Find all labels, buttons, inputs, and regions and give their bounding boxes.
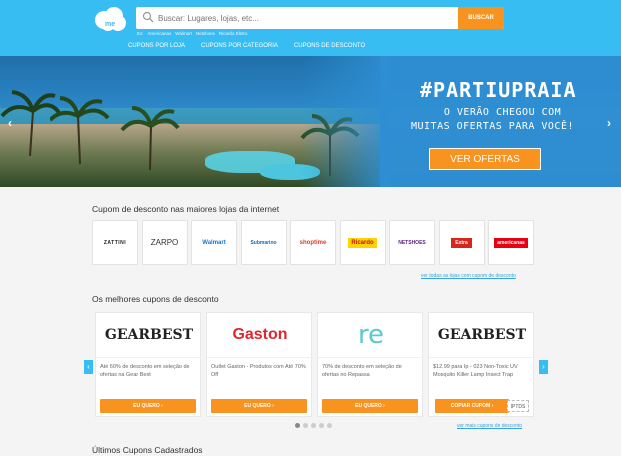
latest-coupons-title: Últimos Cupons Cadastrados (92, 445, 203, 455)
banner-tagline-2: MUITAS OFERTAS PARA VOCÊ! (410, 121, 574, 132)
banner-tagline-1: O VERÃO CHEGOU COM (443, 107, 562, 118)
palm-tree-image (120, 106, 180, 170)
carousel-dot[interactable] (311, 423, 316, 428)
header: me BUSCAR Ex: Americanas Walmart Netshoe… (0, 0, 621, 56)
carousel-dot[interactable] (319, 423, 324, 428)
coupons-next-button[interactable]: › (539, 360, 548, 374)
logo[interactable]: me (94, 6, 128, 32)
eu-quero-button[interactable]: EU QUERO › (100, 399, 196, 413)
coupon-brand-image: GEARBEST (96, 313, 202, 358)
coupon-description: Até 60% de desconto em seleção de oferta… (100, 364, 190, 378)
eu-quero-button[interactable]: EU QUERO › (322, 399, 418, 413)
store-logo: shoptime (299, 239, 327, 246)
coupon-card[interactable]: GEARBEST $12.99 para Ip - 023 Non-Toxic … (428, 312, 535, 417)
search-button[interactable]: BUSCAR (458, 7, 504, 29)
coupon-carousel: GEARBEST Até 60% de desconto em seleção … (95, 312, 535, 417)
store-shoptime[interactable]: shoptime (290, 220, 336, 265)
svg-text:me: me (105, 21, 115, 28)
banner-fade (300, 56, 390, 187)
search-input[interactable] (158, 7, 458, 29)
store-logo: NETSHOES (398, 239, 426, 246)
store-zattini[interactable]: ZATTINI (92, 220, 138, 265)
hint-link[interactable]: Ricardo Eletro (219, 31, 248, 36)
brand-logo: re (357, 320, 385, 350)
nav-cupons-por-loja[interactable]: CUPONS POR LOJA (128, 43, 185, 49)
store-logo: ZARPO (150, 238, 179, 247)
banner-next-arrow[interactable]: › (607, 116, 611, 130)
carousel-dots (295, 423, 332, 428)
coupon-card[interactable]: re 70% de desconto em seleção de ofertas… (317, 312, 424, 417)
banner-hashtag: #PARTIUPRAIA (420, 78, 577, 102)
coupon-description: Outlet Gaston - Produtos com Até 70% Off (211, 364, 306, 378)
coupon-description: 70% de desconto em seleção de ofertas no… (322, 364, 402, 378)
store-americanas[interactable]: americanas (488, 220, 534, 265)
eu-quero-button[interactable]: EU QUERO › (211, 399, 307, 413)
coupon-brand-image: GEARBEST (429, 313, 535, 358)
coupons-section-title: Os melhores cupons de desconto (92, 294, 219, 304)
store-logo: americanas (494, 237, 528, 248)
search-bar: BUSCAR (136, 7, 504, 29)
brand-logo: GEARBEST (104, 327, 194, 343)
palm-tree-image (50, 96, 110, 164)
store-logo: ZATTINI (103, 239, 127, 246)
see-more-coupons-link[interactable]: ver mais cupons de desconto (457, 423, 522, 429)
banner-prev-arrow[interactable]: ‹ (8, 116, 12, 130)
store-logo: Ricardo (348, 237, 377, 248)
search-icon (142, 11, 154, 23)
hint-link[interactable]: Netshoes (196, 31, 215, 36)
store-logo: Submarino (250, 239, 277, 246)
ver-ofertas-button[interactable]: VER OFERTAS (429, 148, 541, 170)
store-logo: Extra (451, 237, 472, 248)
store-netshoes[interactable]: NETSHOES (389, 220, 435, 265)
stores-section-title: Cupom de desconto nas maiores lojas da i… (92, 204, 280, 214)
nav-cupons-de-desconto[interactable]: CUPONS DE DESCONTO (294, 43, 365, 49)
store-extra[interactable]: Extra (438, 220, 485, 265)
carousel-dot[interactable] (327, 423, 332, 428)
store-ricardo[interactable]: Ricardo (339, 220, 386, 265)
coupon-card[interactable]: GEARBEST Até 60% de desconto em seleção … (95, 312, 202, 417)
carousel-dot[interactable] (303, 423, 308, 428)
copiar-cupom-button[interactable]: COPIAR CUPOM › (435, 399, 509, 413)
brand-logo: GEARBEST (437, 327, 527, 343)
coupon-brand-image: re (318, 313, 424, 358)
coupon-brand-image: Gaston (207, 313, 313, 358)
hint-link[interactable]: Americanas (148, 31, 172, 36)
store-logo: Walmart (202, 239, 226, 246)
hint-link[interactable]: Walmart (175, 31, 192, 36)
see-all-stores-link[interactable]: ver todas as lojas com cupom de desconto (421, 273, 516, 279)
main-nav: CUPONS POR LOJA CUPONS POR CATEGORIA CUP… (128, 43, 365, 49)
brand-logo: Gaston (232, 326, 288, 343)
coupons-prev-button[interactable]: ‹ (84, 360, 93, 374)
store-walmart[interactable]: Walmart (191, 220, 237, 265)
coupon-card[interactable]: Gaston Outlet Gaston - Produtos com Até … (206, 312, 313, 417)
store-zarpo[interactable]: ZARPO (141, 220, 188, 265)
store-submarino[interactable]: Submarino (240, 220, 287, 265)
carousel-dot[interactable] (295, 423, 300, 428)
store-list: ZATTINI ZARPO Walmart Submarino shoptime… (92, 220, 534, 265)
hint-label: Ex: (137, 31, 144, 36)
search-hints: Ex: Americanas Walmart Netshoes Ricardo … (137, 31, 247, 36)
coupon-code[interactable]: IPTDS (507, 400, 529, 412)
coupon-description: $12.99 para Ip - 023 Non-Toxic UV Mosqui… (433, 364, 518, 378)
nav-cupons-por-categoria[interactable]: CUPONS POR CATEGORIA (201, 43, 278, 49)
